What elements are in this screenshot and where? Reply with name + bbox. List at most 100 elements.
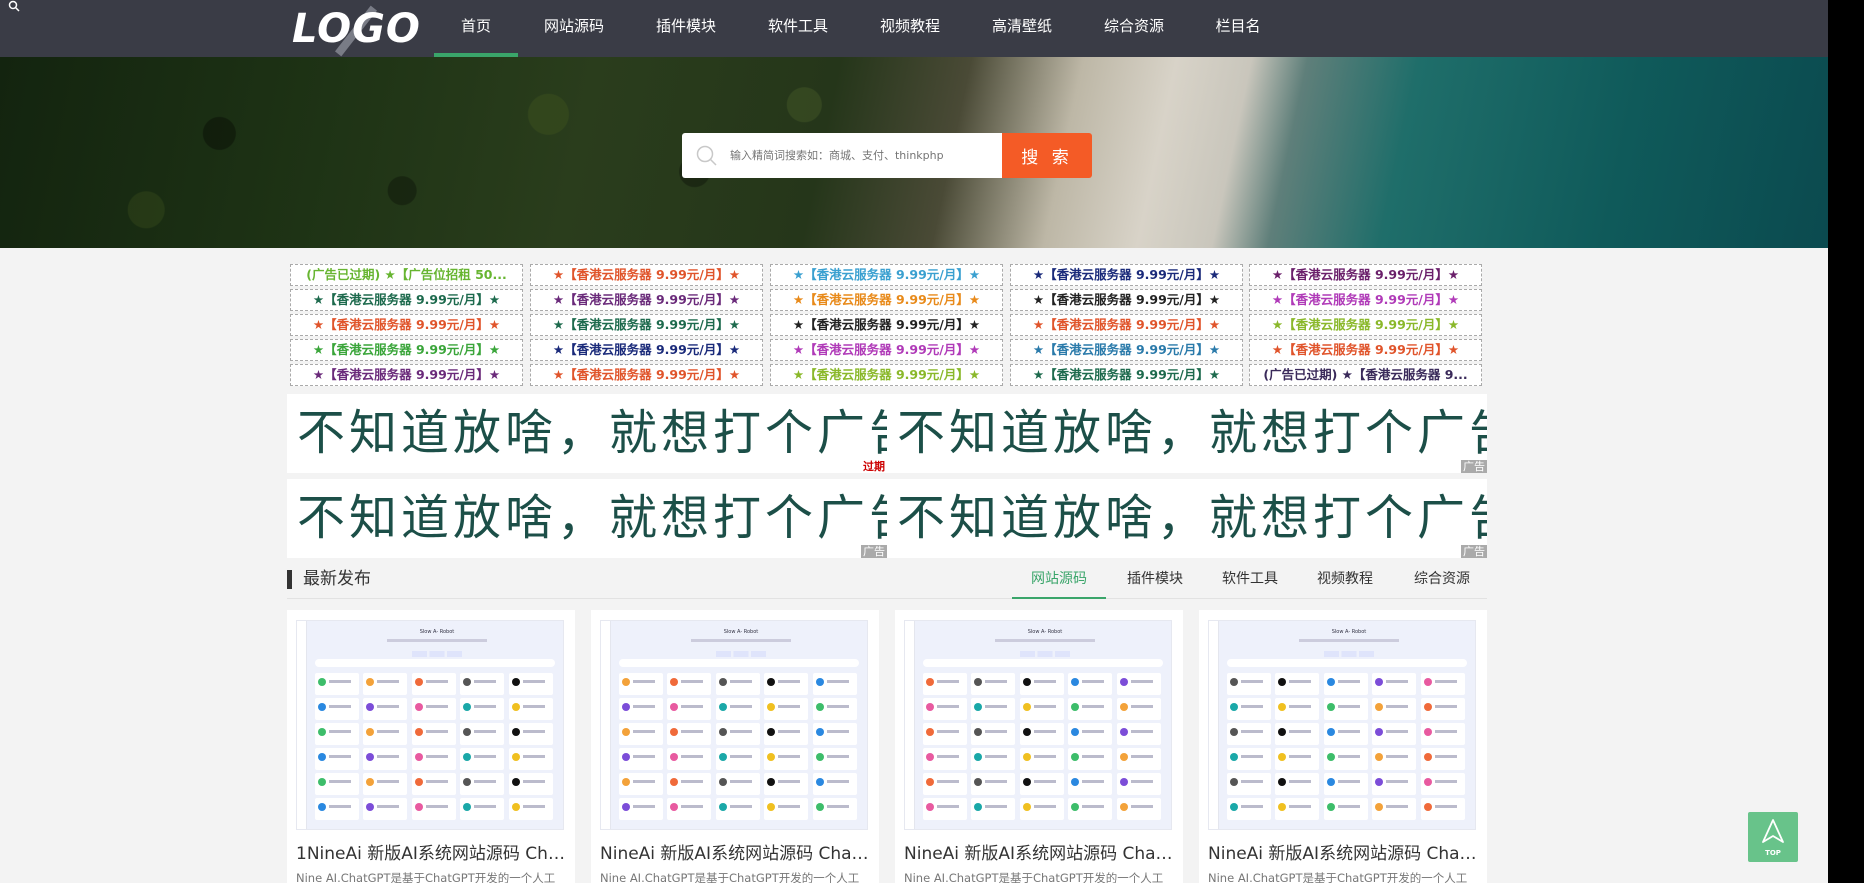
thumb-tile	[715, 798, 760, 820]
text-ad-link[interactable]: ★【香港云服务器 9.99元/月】★	[1010, 289, 1243, 311]
tab-video[interactable]: 视频教程	[1305, 567, 1385, 599]
thumb-tile	[971, 798, 1016, 820]
post-card[interactable]: Slow A- Robot NineAi 新版AI系统网站源码 ChatGPT Ni…	[591, 610, 879, 883]
logo-text: LOGO	[292, 6, 421, 52]
thumb-tile	[619, 698, 663, 720]
tab-software[interactable]: 软件工具	[1210, 567, 1290, 599]
banner-text: 不知道放啥，就想打个广告	[297, 490, 887, 546]
thumb-tile	[1275, 673, 1320, 695]
text-ad-link[interactable]: ★【香港云服务器 9.99元/月】★	[530, 289, 763, 311]
text-ad-link[interactable]: ★【香港云服务器 9.99元/月】★	[1010, 339, 1243, 361]
text-ad-link[interactable]: ★【香港云服务器 9.99元/月】★	[530, 364, 763, 386]
tab-source[interactable]: 网站源码	[1012, 567, 1106, 599]
search-input[interactable]	[730, 133, 1000, 178]
text-ad-link[interactable]: ★【香港云服务器 9.99元/月】★	[290, 289, 523, 311]
text-ad-link[interactable]: (广告已过期) ★【香港云服务器 9...	[1249, 364, 1482, 386]
nav-item-resources[interactable]: 综合资源	[1090, 0, 1178, 57]
thumb-tile	[460, 748, 505, 770]
thumb-tile	[1019, 698, 1064, 720]
thumb-tile	[619, 673, 663, 695]
thumb-sidebar	[1209, 621, 1219, 829]
thumb-title: Slow A- Robot	[723, 629, 759, 635]
thumb-title: Slow A- Robot	[1331, 629, 1367, 635]
thumb-tile	[715, 698, 760, 720]
text-ad-link[interactable]: ★【香港云服务器 9.99元/月】★	[290, 364, 523, 386]
nav-item-column[interactable]: 栏目名	[1200, 0, 1276, 57]
nav-item-wallpaper[interactable]: 高清壁纸	[978, 0, 1066, 57]
top-navbar: LOGO 首页 网站源码 插件模块 软件工具 视频教程 高清壁纸 综合资源 栏目…	[0, 0, 1828, 57]
tab-resources[interactable]: 综合资源	[1400, 567, 1484, 599]
thumb-title: Slow A- Robot	[419, 629, 455, 635]
site-logo[interactable]: LOGO	[292, 5, 420, 57]
post-thumbnail[interactable]: Slow A- Robot	[904, 620, 1172, 830]
thumb-tile	[1420, 723, 1465, 745]
text-ad-link[interactable]: ★【香港云服务器 9.99元/月】★	[1010, 364, 1243, 386]
search-button[interactable]: 搜 索	[1002, 133, 1092, 178]
post-thumbnail[interactable]: Slow A- Robot	[1208, 620, 1476, 830]
text-ad-link[interactable]: ★【香港云服务器 9.99元/月】★	[1249, 339, 1482, 361]
thumb-tile	[1275, 698, 1320, 720]
thumb-tile	[1372, 698, 1417, 720]
text-ad-link[interactable]: ★【香港云服务器 9.99元/月】★	[770, 339, 1003, 361]
text-ad-link[interactable]: ★【香港云服务器 9.99元/月】★	[530, 264, 763, 286]
banner-tag: 过期	[863, 460, 885, 473]
text-ad-link[interactable]: ★【香港云服务器 9.99元/月】★	[770, 289, 1003, 311]
thumb-tile	[812, 698, 857, 720]
thumb-tile	[363, 773, 408, 795]
thumb-tile	[363, 748, 408, 770]
text-ad-link[interactable]: ★【香港云服务器 9.99元/月】★	[1010, 264, 1243, 286]
thumb-pills	[1020, 651, 1070, 657]
thumb-tile	[812, 773, 857, 795]
nav-item-video[interactable]: 视频教程	[866, 0, 954, 57]
banner-ad-1[interactable]: 不知道放啥，就想打个广告 过期	[287, 394, 887, 473]
thumb-tile	[315, 673, 359, 695]
thumb-tile	[764, 798, 809, 820]
text-ad-link[interactable]: ★【香港云服务器 9.99元/月】★	[770, 264, 1003, 286]
thumb-tile	[1068, 723, 1113, 745]
text-ad-link[interactable]: ★【香港云服务器 9.99元/月】★	[1249, 314, 1482, 336]
thumb-tile	[1227, 798, 1271, 820]
thumb-tile	[411, 698, 456, 720]
text-ad-link[interactable]: ★【香港云服务器 9.99元/月】★	[290, 339, 523, 361]
section-title: 最新发布	[303, 569, 371, 589]
thumb-tile	[1275, 723, 1320, 745]
thumb-tile	[764, 698, 809, 720]
text-ad-link[interactable]: ★【香港云服务器 9.99元/月】★	[1249, 289, 1482, 311]
thumb-tile	[667, 748, 712, 770]
thumb-tile	[411, 723, 456, 745]
text-ad-link[interactable]: (广告已过期) ★【广告位招租 50...	[290, 264, 523, 286]
banner-ad-4[interactable]: 不知道放啥，就想打个广告 广告	[887, 479, 1487, 558]
nav-item-software[interactable]: 软件工具	[754, 0, 842, 57]
thumb-tiles	[1227, 673, 1469, 823]
post-card[interactable]: Slow A- Robot NineAi 新版AI系统网站源码 ChatGPT Ni…	[895, 610, 1183, 883]
banner-tag: 广告	[1461, 460, 1487, 473]
thumb-tile	[1275, 773, 1320, 795]
thumb-search	[923, 659, 1163, 667]
thumb-sidebar	[905, 621, 915, 829]
post-title[interactable]: NineAi 新版AI系统网站源码 ChatGPT	[904, 842, 1174, 866]
post-title[interactable]: NineAi 新版AI系统网站源码 ChatGPT	[600, 842, 870, 866]
post-card[interactable]: Slow A- Robot NineAi 新版AI系统网站源码 ChatGPT Ni…	[1199, 610, 1487, 883]
thumb-tile	[923, 698, 967, 720]
text-ad-link[interactable]: ★【香港云服务器 9.99元/月】★	[770, 314, 1003, 336]
text-ad-link[interactable]: ★【香港云服务器 9.99元/月】★	[1010, 314, 1243, 336]
text-ad-link[interactable]: ★【香港云服务器 9.99元/月】★	[290, 314, 523, 336]
post-thumbnail[interactable]: Slow A- Robot	[600, 620, 868, 830]
banner-ad-3[interactable]: 不知道放啥，就想打个广告 广告	[287, 479, 887, 558]
text-ad-link[interactable]: ★【香港云服务器 9.99元/月】★	[1249, 264, 1482, 286]
text-ad-link[interactable]: ★【香港云服务器 9.99元/月】★	[530, 314, 763, 336]
banner-ad-2[interactable]: 不知道放啥，就想打个广告 广告	[887, 394, 1487, 473]
text-ad-link[interactable]: ★【香港云服务器 9.99元/月】★	[530, 339, 763, 361]
tab-plugins[interactable]: 插件模块	[1114, 567, 1196, 599]
nav-item-plugins[interactable]: 插件模块	[642, 0, 730, 57]
thumb-tile	[508, 798, 553, 820]
post-title[interactable]: NineAi 新版AI系统网站源码 ChatGPT	[1208, 842, 1478, 866]
back-to-top-button[interactable]: TOP	[1748, 812, 1798, 862]
post-card[interactable]: Slow A- Robot 1NineAi 新版AI系统网站源码 ChatGPT N…	[287, 610, 575, 883]
nav-item-home[interactable]: 首页	[434, 0, 518, 57]
thumb-tile	[1323, 748, 1368, 770]
post-thumbnail[interactable]: Slow A- Robot	[296, 620, 564, 830]
nav-item-source[interactable]: 网站源码	[530, 0, 618, 57]
text-ad-link[interactable]: ★【香港云服务器 9.99元/月】★	[770, 364, 1003, 386]
post-title[interactable]: 1NineAi 新版AI系统网站源码 ChatGPT	[296, 842, 566, 866]
